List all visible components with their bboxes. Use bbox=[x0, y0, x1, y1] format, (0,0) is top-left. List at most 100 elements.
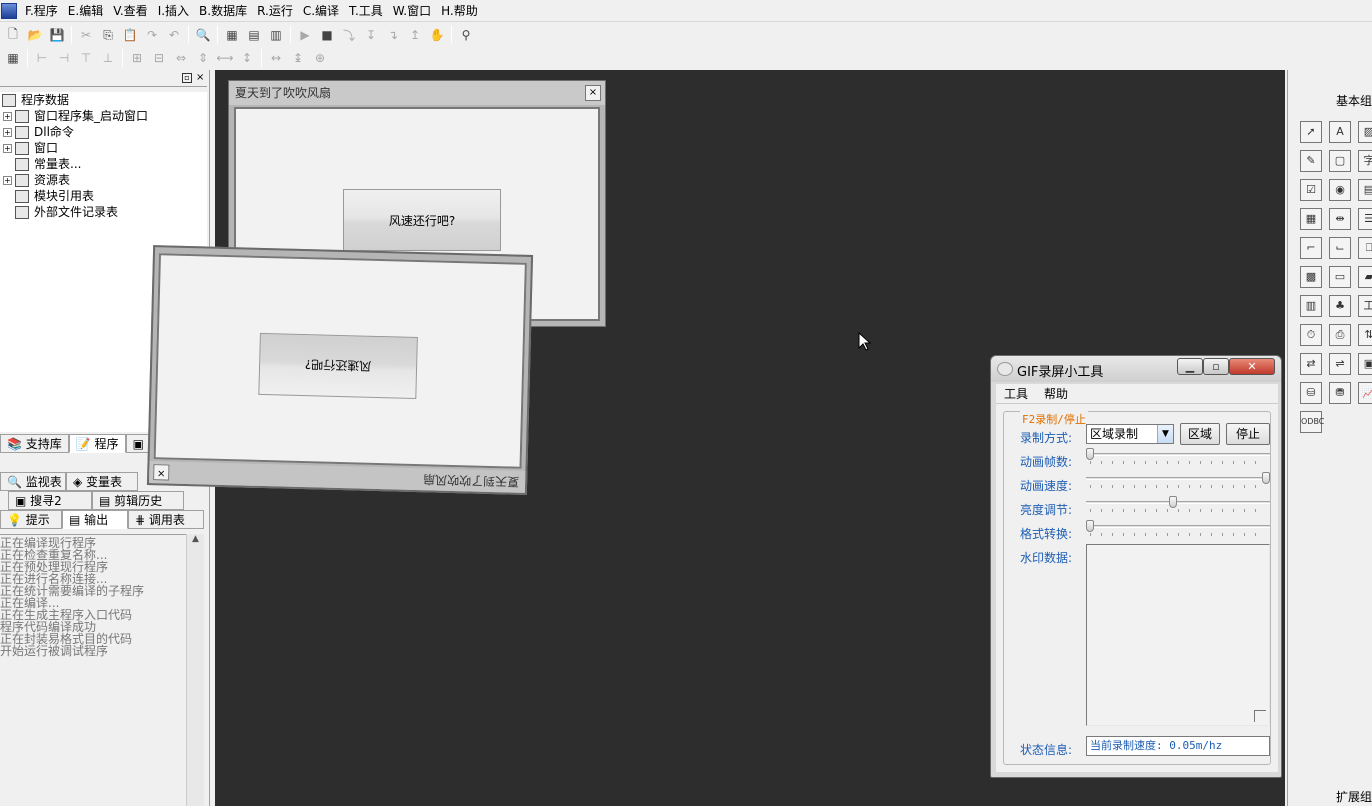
picture-icon[interactable]: ▨ bbox=[1358, 121, 1372, 143]
step-over-icon[interactable]: ↴ bbox=[383, 25, 403, 45]
fan-speed-button[interactable]: 风速还行吧? bbox=[258, 332, 418, 400]
watermark-textarea[interactable] bbox=[1086, 544, 1270, 726]
text-icon[interactable]: 字 bbox=[1358, 150, 1372, 172]
tree-item-modules[interactable]: 模块引用表 bbox=[0, 188, 207, 204]
save-icon[interactable]: 💾 bbox=[47, 25, 67, 45]
cut-icon[interactable]: ✂ bbox=[76, 25, 96, 45]
close-button[interactable]: ✕ bbox=[1229, 358, 1275, 375]
layout-3-icon[interactable]: ▥ bbox=[266, 25, 286, 45]
port-icon[interactable]: ▣ bbox=[1358, 353, 1372, 375]
tree-item-dll[interactable]: + Dll命令 bbox=[0, 124, 207, 140]
tree-item-external-files[interactable]: 外部文件记录表 bbox=[0, 204, 207, 220]
radio-icon[interactable]: ◉ bbox=[1329, 179, 1351, 201]
align-right-icon[interactable]: ⊣ bbox=[54, 48, 74, 68]
expand-icon[interactable]: + bbox=[3, 175, 12, 185]
expand-icon[interactable]: + bbox=[3, 127, 12, 137]
minimize-button[interactable]: ▁ bbox=[1177, 358, 1203, 375]
center-icon[interactable]: ⊕ bbox=[310, 48, 330, 68]
stop-icon[interactable]: ■ bbox=[317, 25, 337, 45]
db-provider-icon[interactable]: ⛃ bbox=[1329, 382, 1351, 404]
resize-h-icon[interactable]: ↔ bbox=[266, 48, 286, 68]
binoculars-icon[interactable]: ⚲ bbox=[456, 25, 476, 45]
chart-icon[interactable]: 📈 bbox=[1358, 382, 1372, 404]
checkbox-icon[interactable]: ☑ bbox=[1300, 179, 1322, 201]
open-folder-icon[interactable]: 📂 bbox=[25, 25, 45, 45]
brightness-slider[interactable] bbox=[1086, 496, 1270, 512]
align-top-icon[interactable]: ⊤ bbox=[76, 48, 96, 68]
menu-help[interactable]: 帮助 bbox=[1036, 385, 1076, 402]
fan-speed-button[interactable]: 风速还行吧? bbox=[343, 189, 501, 251]
database-icon[interactable]: ⛁ bbox=[1300, 382, 1322, 404]
shape-icon[interactable]: ⌙ bbox=[1329, 237, 1351, 259]
line-icon[interactable]: ⌐ bbox=[1300, 237, 1322, 259]
timer-icon[interactable]: ⏱ bbox=[1300, 324, 1322, 346]
menu-database[interactable]: B.数据库 bbox=[194, 0, 252, 22]
tree-item-window[interactable]: + 窗口 bbox=[0, 140, 207, 156]
speed-slider[interactable] bbox=[1086, 472, 1270, 488]
palette-group-basic[interactable]: 基本组 bbox=[1336, 92, 1372, 109]
undo-icon[interactable]: ↶ bbox=[164, 25, 184, 45]
menu-tools[interactable]: 工具 bbox=[996, 385, 1036, 402]
frames-slider[interactable] bbox=[1086, 448, 1270, 464]
slider-thumb[interactable] bbox=[1262, 472, 1270, 484]
same-height-icon[interactable]: ⇕ bbox=[193, 48, 213, 68]
progress-icon[interactable]: ▭ bbox=[1329, 266, 1351, 288]
space-v-icon[interactable]: ↕ bbox=[237, 48, 257, 68]
table-icon[interactable]: ▩ bbox=[1300, 266, 1322, 288]
printer-icon[interactable]: ⎙ bbox=[1329, 324, 1351, 346]
step-into-icon[interactable]: ↧ bbox=[361, 25, 381, 45]
tab-program[interactable]: 📝 程序 bbox=[68, 434, 126, 453]
tree-item-window-set[interactable]: + 窗口程序集_启动窗口 bbox=[0, 108, 207, 124]
tab-control-icon[interactable]: ▥ bbox=[1300, 295, 1322, 317]
gif-title-bar[interactable]: GIF录屏小工具 ▁ ▫ ✕ bbox=[991, 356, 1281, 382]
close-icon[interactable]: × bbox=[585, 85, 601, 101]
layout-1-icon[interactable]: ▦ bbox=[222, 25, 242, 45]
folder-icon[interactable]: ▰ bbox=[1358, 266, 1372, 288]
run-icon[interactable]: ▶ bbox=[295, 25, 315, 45]
slider-thumb[interactable] bbox=[1169, 496, 1177, 508]
align-left-icon[interactable]: ⊢ bbox=[32, 48, 52, 68]
tab-watch[interactable]: 🔍 监视表 bbox=[0, 472, 66, 491]
toolbar-icon[interactable]: 工 bbox=[1358, 295, 1372, 317]
server-icon[interactable]: ⇌ bbox=[1329, 353, 1351, 375]
network-icon[interactable]: ⇅ bbox=[1358, 324, 1372, 346]
redo-icon[interactable]: ↷ bbox=[142, 25, 162, 45]
expand-icon[interactable]: + bbox=[3, 143, 12, 153]
resize-grip-icon[interactable] bbox=[1254, 710, 1266, 722]
space-h-icon[interactable]: ⟷ bbox=[215, 48, 235, 68]
palette-group-extended[interactable]: 扩展组 bbox=[1336, 788, 1372, 805]
record-mode-select[interactable]: 区域录制 ▼ bbox=[1086, 424, 1174, 444]
menu-help[interactable]: H.帮助 bbox=[436, 0, 483, 22]
restore-icon[interactable]: ▫ bbox=[182, 73, 192, 83]
image-box-icon[interactable]: ▢ bbox=[1329, 150, 1351, 172]
chevron-down-icon[interactable]: ▼ bbox=[1157, 425, 1173, 443]
expand-icon[interactable]: + bbox=[3, 111, 12, 121]
edit-box-icon[interactable]: ✎ bbox=[1300, 150, 1322, 172]
grid-icon[interactable]: ▦ bbox=[3, 48, 23, 68]
frame-icon[interactable]: ⎕ bbox=[1358, 237, 1372, 259]
same-width-icon[interactable]: ⇔ bbox=[171, 48, 191, 68]
menu-program[interactable]: F.程序 bbox=[20, 0, 63, 22]
combo-icon[interactable]: ☰ bbox=[1358, 208, 1372, 230]
tab-support-lib[interactable]: 📚 支持库 bbox=[0, 434, 69, 453]
center-v-icon[interactable]: ⊟ bbox=[149, 48, 169, 68]
format-slider[interactable] bbox=[1086, 520, 1270, 536]
tab-hint[interactable]: 💡 提示 bbox=[0, 510, 62, 529]
paste-icon[interactable]: 📋 bbox=[120, 25, 140, 45]
client-icon[interactable]: ⇄ bbox=[1300, 353, 1322, 375]
scroll-up-icon[interactable]: ▲ bbox=[187, 534, 204, 544]
odbc-icon[interactable]: ODBC bbox=[1300, 411, 1324, 433]
maximize-button[interactable]: ▫ bbox=[1203, 358, 1229, 375]
hand-icon[interactable]: ✋ bbox=[427, 25, 447, 45]
step-icon[interactable]: ⤵ bbox=[339, 25, 359, 45]
grid-table-icon[interactable]: ▦ bbox=[1300, 208, 1322, 230]
tab-search2[interactable]: ▣ 搜寻2 bbox=[8, 491, 92, 510]
copy-icon[interactable]: ⎘ bbox=[98, 25, 118, 45]
menu-run[interactable]: R.运行 bbox=[252, 0, 298, 22]
stop-button[interactable]: 停止 bbox=[1226, 423, 1270, 445]
center-h-icon[interactable]: ⊞ bbox=[127, 48, 147, 68]
slider-thumb[interactable] bbox=[1086, 448, 1094, 460]
tree-item-constants[interactable]: 常量表... bbox=[0, 156, 207, 172]
slider-thumb[interactable] bbox=[1086, 520, 1094, 532]
layout-2-icon[interactable]: ▤ bbox=[244, 25, 264, 45]
